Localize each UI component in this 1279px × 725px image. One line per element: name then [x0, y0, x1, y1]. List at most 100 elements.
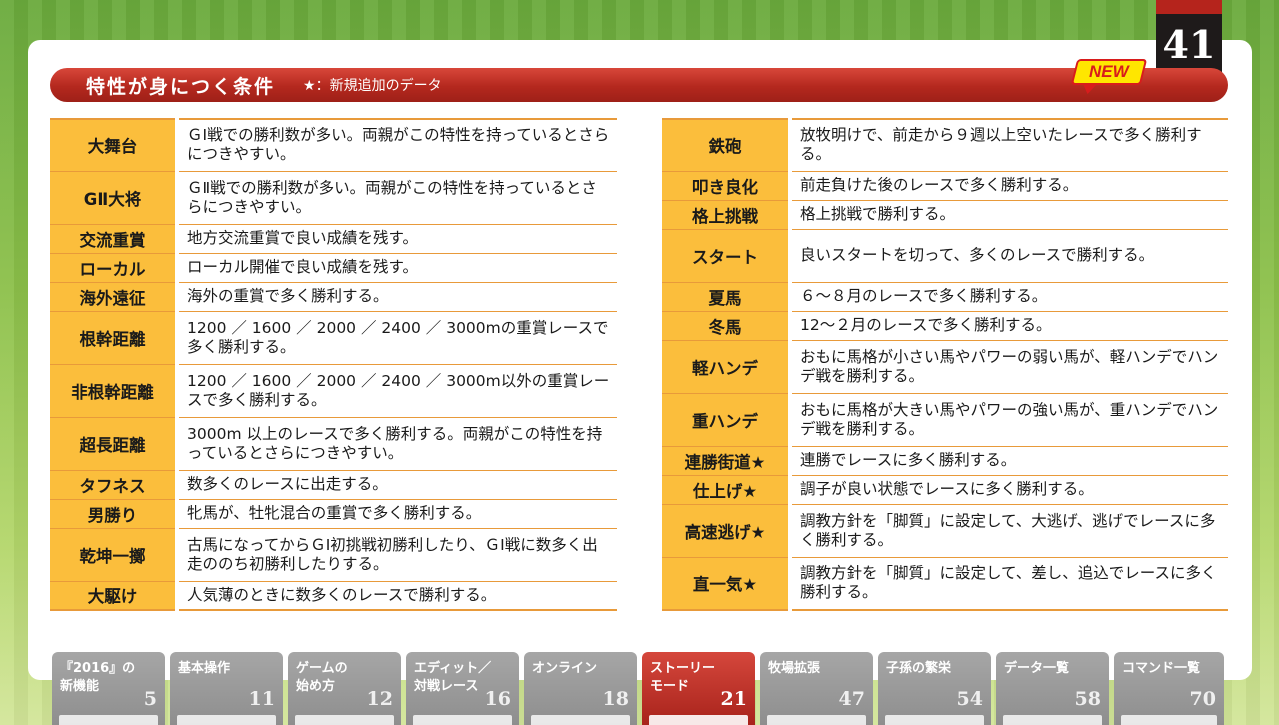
table-row: スタート 良いスタートを切って、多くのレースで勝利する。	[662, 229, 1228, 283]
nav-tab-edit-versus[interactable]: エディット／ 対戦レース 16	[406, 652, 519, 725]
trait-condition: ＧⅡ戦での勝利数が多い。両親がこの特性を持っているとさらにつきやすい。	[177, 171, 617, 225]
trait-condition: 3000m 以上のレースで多く勝利する。両親がこの特性を持っているとさらにつきや…	[177, 417, 617, 471]
nav-tab-slot	[295, 715, 394, 725]
new-badge-label: NEW	[1089, 62, 1129, 81]
nav-tab-page: 18	[602, 688, 629, 710]
table-row: 乾坤一擲 古馬になってからＧⅠ初挑戦初勝利したり、ＧⅠ戦に数多く出走ののち初勝利…	[50, 528, 617, 582]
trait-name: タフネス	[50, 470, 179, 500]
trait-condition: おもに馬格が大きい馬やパワーの強い馬が、重ハンデでハンデ戦を勝利する。	[790, 393, 1228, 447]
trait-condition: 調子が良い状態でレースに多く勝利する。	[790, 475, 1228, 505]
trait-condition: 良いスタートを切って、多くのレースで勝利する。	[790, 229, 1228, 283]
nav-tab-slot	[885, 715, 984, 725]
nav-tab-label: エディット／ 対戦レース	[414, 661, 492, 694]
trait-condition: おもに馬格が小さい馬やパワーの弱い馬が、軽ハンデでハンデ戦を勝利する。	[790, 340, 1228, 394]
nav-tab-page: 12	[366, 688, 393, 710]
nav-tab-label: 『2016』の 新機能	[60, 661, 136, 694]
nav-tab-new-features[interactable]: 『2016』の 新機能 5	[52, 652, 165, 725]
nav-tab-page: 16	[484, 688, 511, 710]
legend-note: ★：新規追加のデータ	[303, 78, 442, 94]
trait-name: GⅡ大将	[50, 171, 179, 225]
nav-tab-slot	[767, 715, 866, 725]
nav-tab-label: 牧場拡張	[768, 661, 821, 676]
trait-condition: 前走負けた後のレースで多く勝利する。	[790, 171, 1228, 201]
trait-name: 軽ハンデ	[662, 340, 792, 394]
table-row: ローカル ローカル開催で良い成績を残す。	[50, 253, 617, 283]
trait-name: 交流重賞	[50, 224, 179, 254]
table-row: 高速逃げ★ 調教方針を「脚質」に設定して、大逃げ、逃げでレースに多く勝利する。	[662, 504, 1228, 558]
nav-tab-story-mode[interactable]: ストーリー モード 21	[642, 652, 755, 725]
table-row: 夏馬 ６～８月のレースで多く勝利する。	[662, 282, 1228, 312]
trait-condition: 人気薄のときに数多くのレースで勝利する。	[177, 581, 617, 610]
section-header: 特性が身につく条件 ★：新規追加のデータ	[50, 68, 1228, 102]
trait-condition: 1200 ／ 1600 ／ 2000 ／ 2400 ／ 3000mの重賞レースで…	[177, 311, 617, 365]
trait-condition: 牝馬が、牡牝混合の重賞で多く勝利する。	[177, 499, 617, 529]
trait-name: 冬馬	[662, 311, 792, 341]
table-row: 海外遠征 海外の重賞で多く勝利する。	[50, 282, 617, 312]
trait-name: 高速逃げ★	[662, 504, 792, 558]
table-row: 冬馬 12～２月のレースで多く勝利する。	[662, 311, 1228, 341]
trait-condition: 放牧明けで、前走から９週以上空いたレースで多く勝利する。	[790, 119, 1228, 172]
table-row: 男勝り 牝馬が、牡牝混合の重賞で多く勝利する。	[50, 499, 617, 529]
trait-name: 重ハンデ	[662, 393, 792, 447]
nav-tab-page: 47	[838, 688, 865, 710]
trait-name: 海外遠征	[50, 282, 179, 312]
nav-tab-slot	[531, 715, 630, 725]
nav-tab-page: 21	[720, 688, 747, 710]
left-trait-table: 大舞台 ＧⅠ戦での勝利数が多い。両親がこの特性を持っているとさらにつきやすい。 …	[50, 118, 617, 611]
trait-name: 大駆け	[50, 581, 179, 610]
trait-condition: ローカル開催で良い成績を残す。	[177, 253, 617, 283]
nav-tab-page: 58	[1074, 688, 1101, 710]
page-tab-accent	[1156, 0, 1222, 14]
nav-tab-command-list[interactable]: コマンド一覧 70	[1114, 652, 1224, 725]
table-row: 直一気★ 調教方針を「脚質」に設定して、差し、追込でレースに多く勝利する。	[662, 557, 1228, 610]
trait-name: 非根幹距離	[50, 364, 179, 418]
nav-tab-page: 54	[956, 688, 983, 710]
table-row: 交流重賞 地方交流重賞で良い成績を残す。	[50, 224, 617, 254]
trait-name: 鉄砲	[662, 119, 792, 172]
nav-tab-page: 5	[143, 688, 157, 710]
trait-name: 夏馬	[662, 282, 792, 312]
nav-tab-online[interactable]: オンライン 18	[524, 652, 637, 725]
table-row: GⅡ大将 ＧⅡ戦での勝利数が多い。両親がこの特性を持っているとさらにつきやすい。	[50, 171, 617, 225]
nav-tab-page: 70	[1189, 688, 1216, 710]
table-row: 鉄砲 放牧明けで、前走から９週以上空いたレースで多く勝利する。	[662, 119, 1228, 172]
table-row: 根幹距離 1200 ／ 1600 ／ 2000 ／ 2400 ／ 3000mの重…	[50, 311, 617, 365]
nav-tab-slot	[649, 715, 748, 725]
trait-name: 連勝街道★	[662, 446, 792, 476]
trait-condition: 格上挑戦で勝利する。	[790, 200, 1228, 230]
nav-tab-basic-controls[interactable]: 基本操作 11	[170, 652, 283, 725]
trait-name: 根幹距離	[50, 311, 179, 365]
trait-name: 仕上げ★	[662, 475, 792, 505]
nav-tab-descendants[interactable]: 子孫の繁栄 54	[878, 652, 991, 725]
nav-tab-getting-started[interactable]: ゲームの 始め方 12	[288, 652, 401, 725]
trait-name: 直一気★	[662, 557, 792, 610]
trait-condition: ６～８月のレースで多く勝利する。	[790, 282, 1228, 312]
trait-name: 叩き良化	[662, 171, 792, 201]
table-row: 大舞台 ＧⅠ戦での勝利数が多い。両親がこの特性を持っているとさらにつきやすい。	[50, 119, 617, 172]
nav-tab-slot	[1003, 715, 1102, 725]
table-row: 超長距離 3000m 以上のレースで多く勝利する。両親がこの特性を持っているとさ…	[50, 417, 617, 471]
trait-table-right: 鉄砲 放牧明けで、前走から９週以上空いたレースで多く勝利する。 叩き良化 前走負…	[662, 118, 1228, 611]
table-row: 連勝街道★ 連勝でレースに多く勝利する。	[662, 446, 1228, 476]
table-row: 非根幹距離 1200 ／ 1600 ／ 2000 ／ 2400 ／ 3000m以…	[50, 364, 617, 418]
trait-condition: 連勝でレースに多く勝利する。	[790, 446, 1228, 476]
nav-tab-label: データ一覧	[1004, 661, 1070, 676]
trait-name: 乾坤一擲	[50, 528, 179, 582]
trait-condition: 海外の重賞で多く勝利する。	[177, 282, 617, 312]
trait-name: 男勝り	[50, 499, 179, 529]
trait-condition: 1200 ／ 1600 ／ 2000 ／ 2400 ／ 3000m以外の重賞レー…	[177, 364, 617, 418]
nav-tab-slot	[59, 715, 158, 725]
table-row: 叩き良化 前走負けた後のレースで多く勝利する。	[662, 171, 1228, 201]
nav-tab-data-list[interactable]: データ一覧 58	[996, 652, 1109, 725]
nav-tab-page: 11	[248, 688, 275, 710]
table-row: 仕上げ★ 調子が良い状態でレースに多く勝利する。	[662, 475, 1228, 505]
nav-tab-farm-expansion[interactable]: 牧場拡張 47	[760, 652, 873, 725]
trait-condition: 古馬になってからＧⅠ初挑戦初勝利したり、ＧⅠ戦に数多く出走ののち初勝利したりする…	[177, 528, 617, 582]
table-row: タフネス 数多くのレースに出走する。	[50, 470, 617, 500]
right-trait-table: 鉄砲 放牧明けで、前走から９週以上空いたレースで多く勝利する。 叩き良化 前走負…	[662, 118, 1228, 611]
nav-tab-label: 子孫の繁栄	[886, 661, 952, 676]
nav-tab-slot	[177, 715, 276, 725]
nav-tab-slot	[1121, 715, 1217, 725]
trait-condition: 地方交流重賞で良い成績を残す。	[177, 224, 617, 254]
trait-condition: ＧⅠ戦での勝利数が多い。両親がこの特性を持っているとさらにつきやすい。	[177, 119, 617, 172]
